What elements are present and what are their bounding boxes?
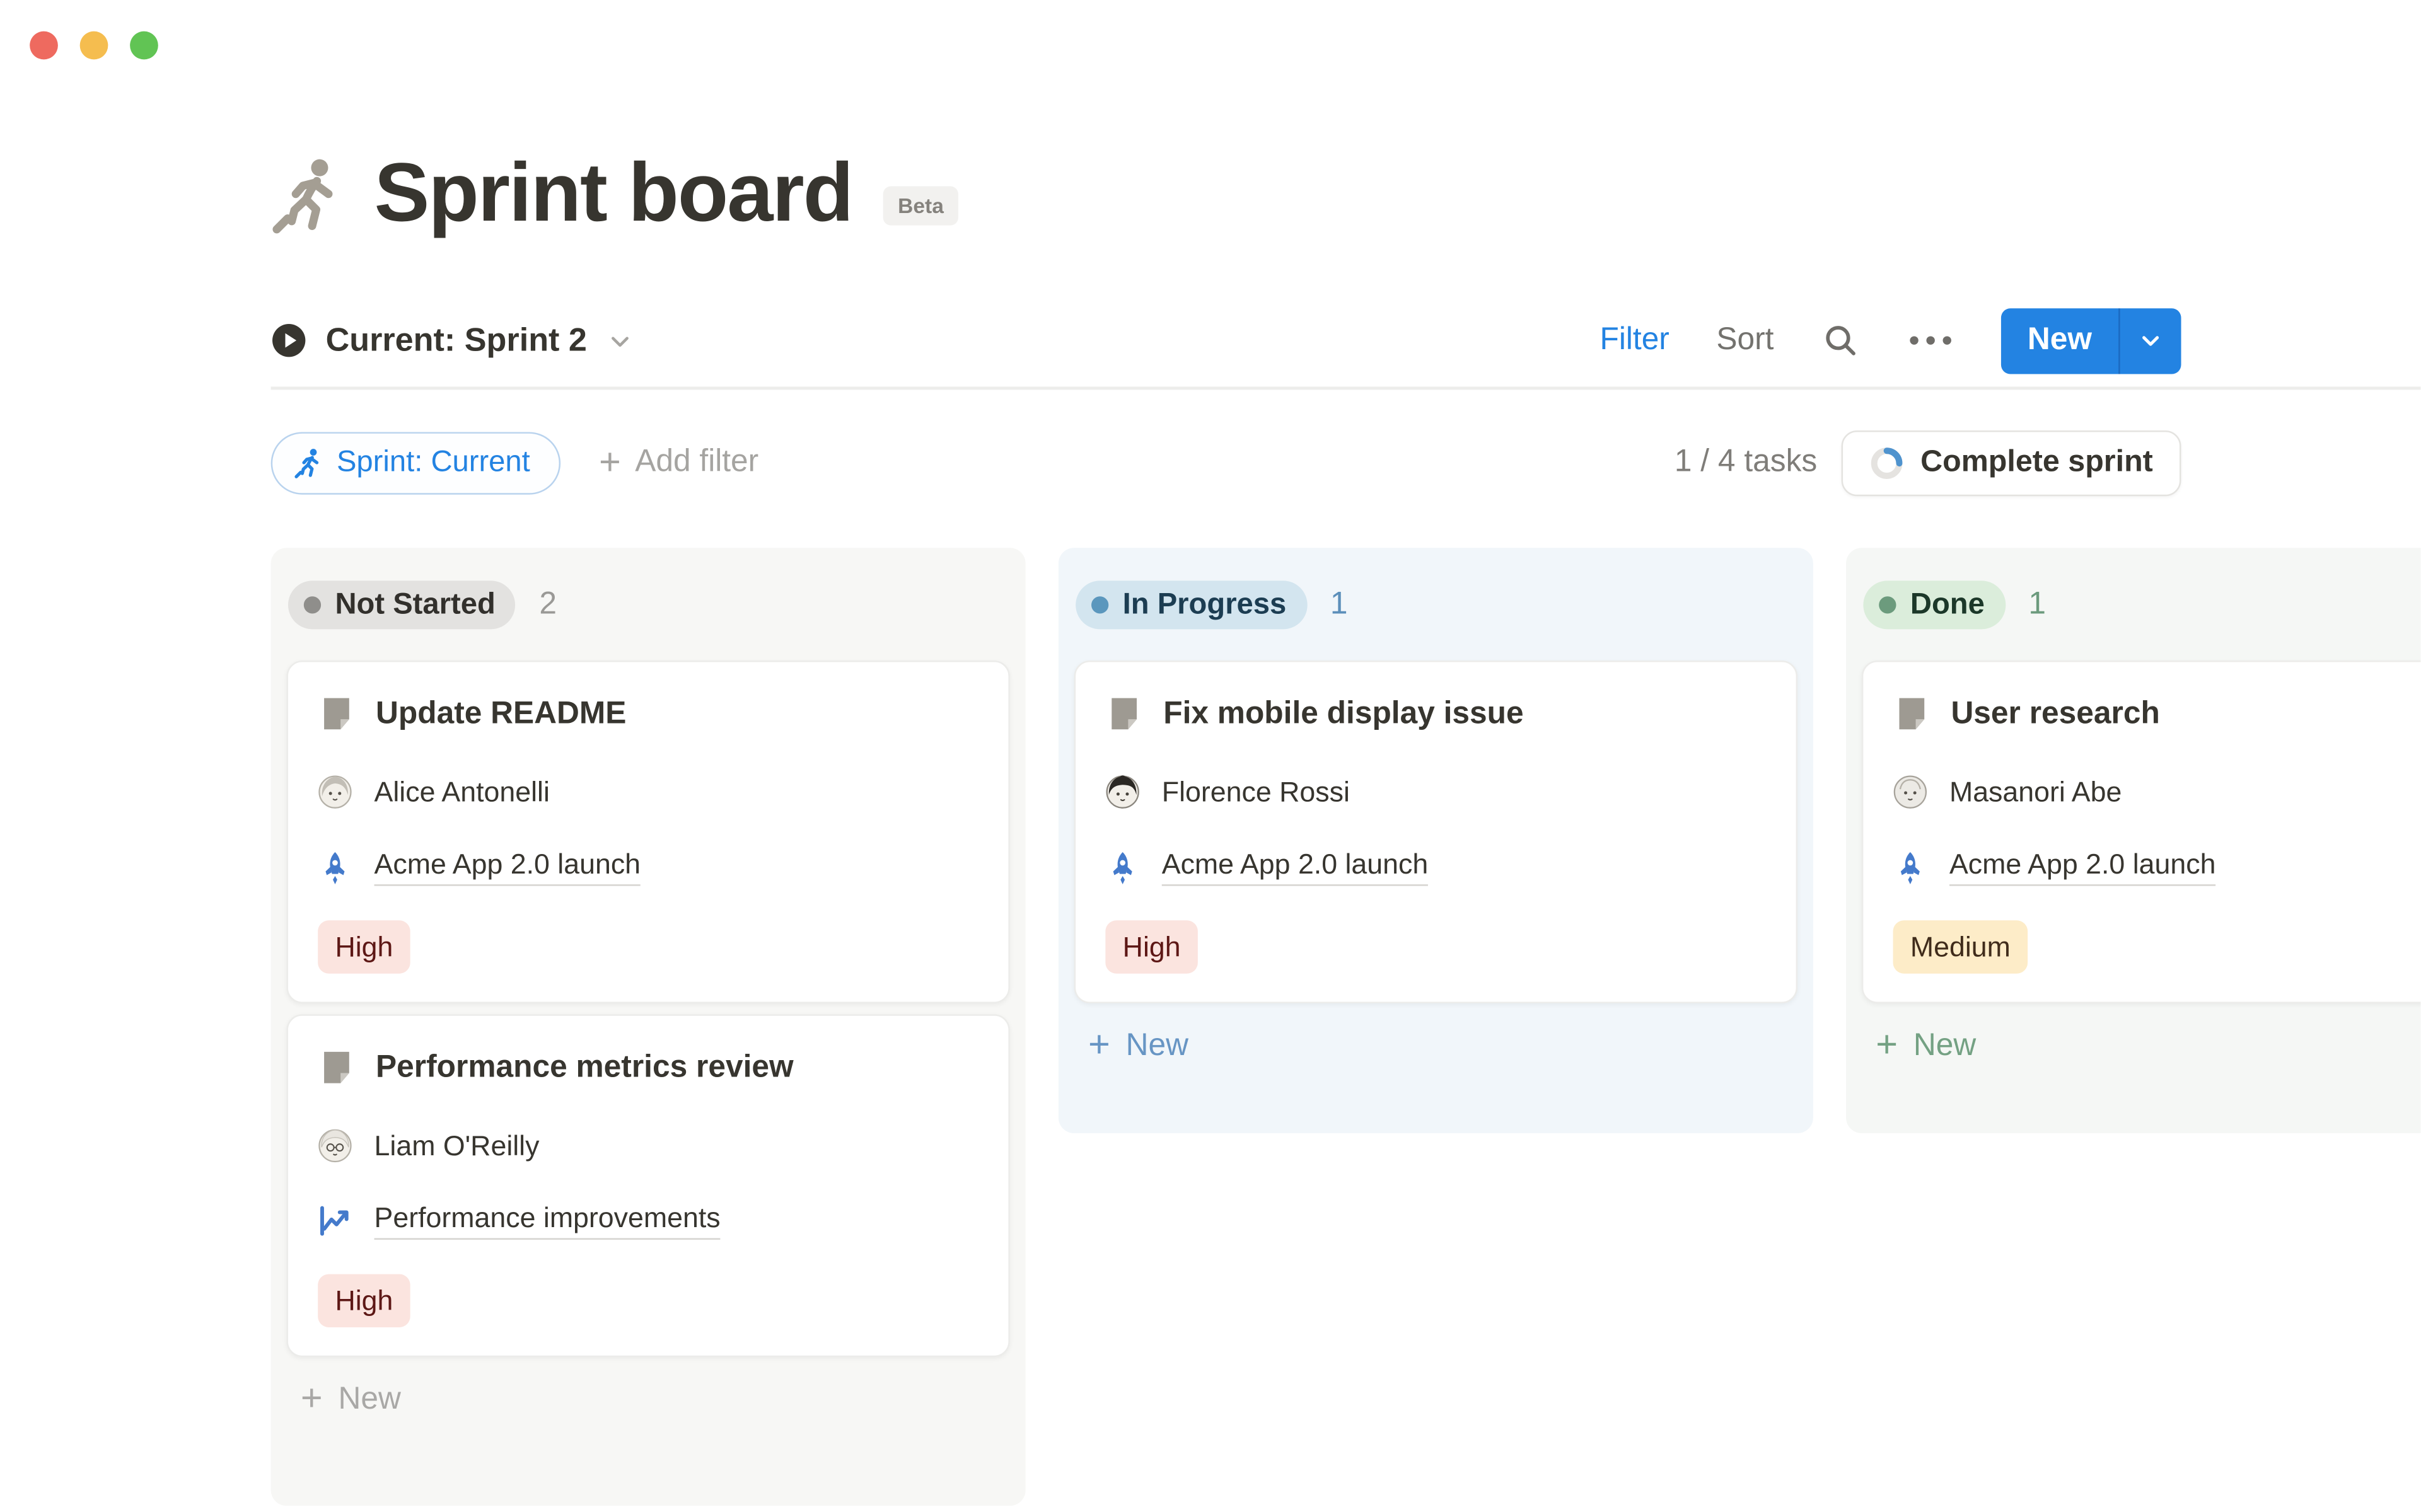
page-icon <box>318 695 356 733</box>
status-dot <box>1091 596 1108 613</box>
new-button[interactable]: New <box>2001 308 2119 373</box>
add-card-label: New <box>338 1382 400 1417</box>
column-count: 1 <box>2028 587 2046 623</box>
ellipsis-icon[interactable] <box>1907 333 1954 347</box>
rocket-icon <box>1893 849 1928 885</box>
avatar <box>318 775 352 809</box>
add-card-button[interactable]: + New <box>301 1380 1010 1418</box>
add-filter-button[interactable]: + Add filter <box>599 444 758 482</box>
card-title: Fix mobile display issue <box>1163 696 1523 732</box>
avatar <box>1105 775 1140 809</box>
sort-button[interactable]: Sort <box>1716 323 1774 359</box>
page-icon <box>1105 695 1143 733</box>
filter-button[interactable]: Filter <box>1599 323 1669 359</box>
project-link[interactable]: Acme App 2.0 launch <box>1949 848 2216 886</box>
status-label: Not Started <box>335 588 495 623</box>
complete-sprint-button[interactable]: Complete sprint <box>1841 430 2181 495</box>
assignee-name: Florence Rossi <box>1162 776 1350 809</box>
card-title: Update README <box>376 696 626 732</box>
beta-badge: Beta <box>884 187 958 226</box>
task-card[interactable]: Update README Alice Antonelli Acm <box>286 661 1009 1003</box>
sprint-filter-chip[interactable]: Sprint: Current <box>271 431 560 493</box>
status-pill-in-progress[interactable]: In Progress <box>1076 580 1306 629</box>
page-header: Sprint board Beta <box>268 152 958 235</box>
status-label: Done <box>1910 588 1985 623</box>
priority-badge: High <box>318 920 410 973</box>
column-count: 2 <box>539 587 557 623</box>
card-title: User research <box>1951 696 2159 732</box>
rocket-icon <box>318 849 352 885</box>
avatar <box>1893 775 1928 809</box>
avatar <box>318 1129 352 1163</box>
plus-icon: + <box>1876 1027 1898 1065</box>
new-button-group: New <box>2001 308 2181 373</box>
new-button-chevron[interactable] <box>2120 308 2181 373</box>
play-icon <box>271 323 307 359</box>
runner-icon <box>268 156 343 234</box>
view-toolbar: Current: Sprint 2 Filter Sort New <box>271 307 2181 374</box>
project-link[interactable]: Acme App 2.0 launch <box>1162 848 1429 886</box>
rocket-icon <box>1105 849 1140 885</box>
plus-icon: + <box>599 444 621 482</box>
column-header: In Progress 1 <box>1076 580 1797 629</box>
view-label: Current: Sprint 2 <box>326 321 587 359</box>
column-in-progress: In Progress 1 Fix mobile display issue <box>1059 548 1813 1133</box>
project-link[interactable]: Acme App 2.0 launch <box>374 848 641 886</box>
close-button[interactable] <box>30 32 58 60</box>
sprint-filter-label: Sprint: Current <box>337 446 530 480</box>
zoom-button[interactable] <box>130 32 158 60</box>
column-done: Done 1 User research <box>1846 548 2420 1133</box>
priority-badge: Medium <box>1893 920 2028 973</box>
chart-icon <box>318 1204 352 1238</box>
plus-icon: + <box>301 1380 323 1418</box>
window-controls <box>30 32 158 60</box>
search-icon[interactable] <box>1821 321 1860 360</box>
task-card[interactable]: Fix mobile display issue Florence Rossi <box>1074 661 1797 1003</box>
minimize-button[interactable] <box>80 32 108 60</box>
add-card-button[interactable]: + New <box>1088 1027 1797 1065</box>
complete-sprint-label: Complete sprint <box>1920 444 2153 480</box>
assignee-name: Liam O'Reilly <box>374 1129 540 1162</box>
card-title: Performance metrics review <box>376 1049 794 1085</box>
plus-icon: + <box>1088 1027 1110 1065</box>
page-icon <box>1893 695 1931 733</box>
assignee-name: Masanori Abe <box>1949 776 2122 809</box>
filter-bar: Sprint: Current + Add filter 1 / 4 tasks… <box>271 430 2181 495</box>
toolbar-divider <box>271 386 2421 389</box>
add-card-label: New <box>1126 1027 1188 1063</box>
task-card[interactable]: User research Masanori Abe Acme A <box>1862 661 2421 1003</box>
page-title: Sprint board <box>374 152 853 235</box>
column-count: 1 <box>1330 587 1348 623</box>
status-dot <box>1879 596 1896 613</box>
status-dot <box>304 596 321 613</box>
progress-ring-icon <box>1869 446 1903 480</box>
add-card-button[interactable]: + New <box>1876 1027 2420 1065</box>
sprint-board-window: Sprint board Beta Current: Sprint 2 Filt… <box>0 0 2420 1512</box>
task-count: 1 / 4 tasks <box>1675 444 1817 480</box>
status-label: In Progress <box>1123 588 1287 623</box>
column-header: Done 1 <box>1863 580 2420 629</box>
runner-icon <box>293 447 322 478</box>
kanban-board: Not Started 2 Update README <box>271 548 2421 1506</box>
page-icon <box>318 1049 356 1087</box>
column-not-started: Not Started 2 Update README <box>271 548 1026 1506</box>
view-switcher[interactable]: Current: Sprint 2 <box>271 321 634 359</box>
add-card-label: New <box>1913 1027 1976 1063</box>
priority-badge: High <box>318 1274 410 1327</box>
project-link[interactable]: Performance improvements <box>374 1202 721 1240</box>
assignee-name: Alice Antonelli <box>374 776 550 809</box>
status-pill-done[interactable]: Done <box>1863 580 2005 629</box>
status-pill-not-started[interactable]: Not Started <box>288 580 516 629</box>
add-filter-label: Add filter <box>635 444 758 480</box>
task-card[interactable]: Performance metrics review Liam O'Reilly <box>286 1014 1009 1357</box>
chevron-down-icon <box>606 326 634 355</box>
priority-badge: High <box>1105 920 1198 973</box>
column-header: Not Started 2 <box>288 580 1010 629</box>
